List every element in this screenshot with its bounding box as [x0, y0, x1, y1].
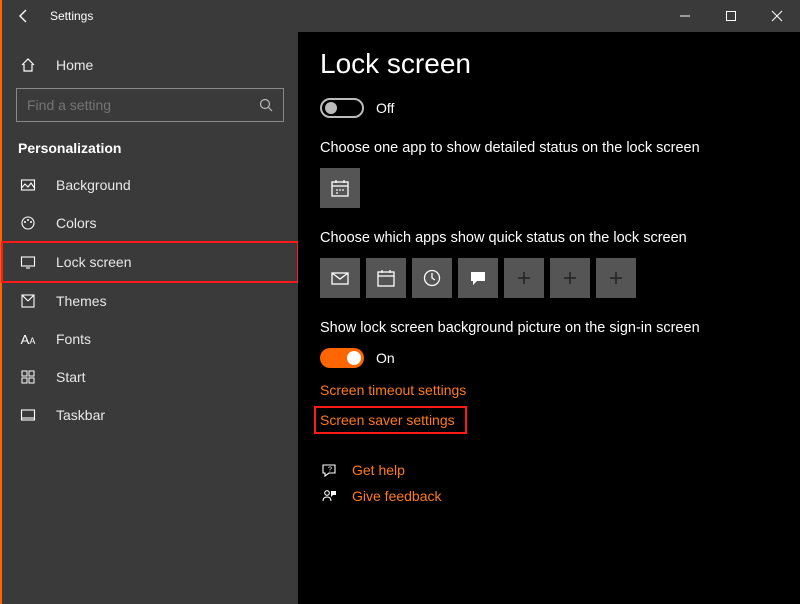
content-pane: Lock screen Off Choose one app to show d… [298, 32, 800, 604]
quick-status-add-slot-2[interactable] [550, 258, 590, 298]
taskbar-icon [18, 407, 38, 423]
get-help-link[interactable]: ? Get help [320, 462, 800, 478]
give-feedback-link[interactable]: Give feedback [320, 488, 800, 504]
get-help-label: Get help [352, 462, 405, 478]
signin-picture-toggle[interactable]: On [320, 348, 800, 368]
toggle-off-icon [320, 98, 364, 118]
fonts-icon: AA [18, 332, 38, 347]
sidebar-item-start[interactable]: Start [2, 358, 298, 396]
sidebar-item-label: Background [56, 177, 131, 193]
home-icon [18, 57, 38, 73]
help-icon: ? [320, 462, 338, 478]
lock-screen-toggle[interactable]: Off [320, 98, 800, 118]
minimize-button[interactable] [662, 0, 708, 32]
quick-status-app-messaging[interactable] [458, 258, 498, 298]
plus-icon [608, 270, 624, 286]
sidebar-item-colors[interactable]: Colors [2, 204, 298, 242]
screen-timeout-link[interactable]: Screen timeout settings [320, 382, 800, 398]
sidebar-item-label: Lock screen [56, 254, 131, 270]
quick-status-label: Choose which apps show quick status on t… [320, 230, 800, 246]
sidebar-home-label: Home [56, 57, 93, 73]
sidebar-item-taskbar[interactable]: Taskbar [2, 396, 298, 434]
toggle-state-label: On [376, 350, 395, 366]
mail-icon [330, 268, 350, 288]
search-box[interactable] [16, 88, 284, 122]
quick-status-add-slot-3[interactable] [596, 258, 636, 298]
search-icon [259, 98, 273, 112]
sidebar-home[interactable]: Home [2, 46, 298, 84]
signin-picture-label: Show lock screen background picture on t… [320, 320, 800, 336]
window-title: Settings [50, 9, 93, 23]
close-button[interactable] [754, 0, 800, 32]
plus-icon [516, 270, 532, 286]
palette-icon [18, 215, 38, 231]
sidebar-item-label: Fonts [56, 331, 91, 347]
sidebar-item-background[interactable]: Background [2, 166, 298, 204]
quick-status-app-calendar[interactable] [366, 258, 406, 298]
sidebar-item-label: Taskbar [56, 407, 105, 423]
search-input[interactable] [27, 97, 237, 113]
sidebar-category: Personalization [2, 128, 298, 166]
page-title: Lock screen [320, 48, 800, 80]
calendar-icon [330, 178, 350, 198]
chat-icon [468, 268, 488, 288]
plus-icon [562, 270, 578, 286]
maximize-button[interactable] [708, 0, 754, 32]
sidebar-item-themes[interactable]: Themes [2, 282, 298, 320]
calendar-icon [376, 268, 396, 288]
quick-status-app-clock[interactable] [412, 258, 452, 298]
sidebar-item-fonts[interactable]: AA Fonts [2, 320, 298, 358]
feedback-icon [320, 488, 338, 504]
screen-saver-link[interactable]: Screen saver settings [320, 412, 461, 428]
sidebar-item-lock-screen[interactable]: Lock screen [2, 242, 298, 282]
lock-screen-icon [18, 254, 38, 270]
back-button[interactable] [2, 8, 46, 24]
sidebar-item-label: Themes [56, 293, 107, 309]
toggle-state-label: Off [376, 100, 394, 116]
clock-icon [422, 268, 442, 288]
detailed-status-app-button[interactable] [320, 168, 360, 208]
picture-icon [18, 177, 38, 193]
quick-status-add-slot-1[interactable] [504, 258, 544, 298]
detailed-status-label: Choose one app to show detailed status o… [320, 140, 800, 156]
sidebar-item-label: Colors [56, 215, 96, 231]
quick-status-app-mail[interactable] [320, 258, 360, 298]
toggle-on-icon [320, 348, 364, 368]
titlebar: Settings [2, 0, 800, 32]
give-feedback-label: Give feedback [352, 488, 442, 504]
sidebar-item-label: Start [56, 369, 86, 385]
themes-icon [18, 293, 38, 309]
svg-text:?: ? [328, 467, 332, 474]
sidebar: Home Personalization Background Colors [2, 32, 298, 604]
start-icon [18, 369, 38, 385]
